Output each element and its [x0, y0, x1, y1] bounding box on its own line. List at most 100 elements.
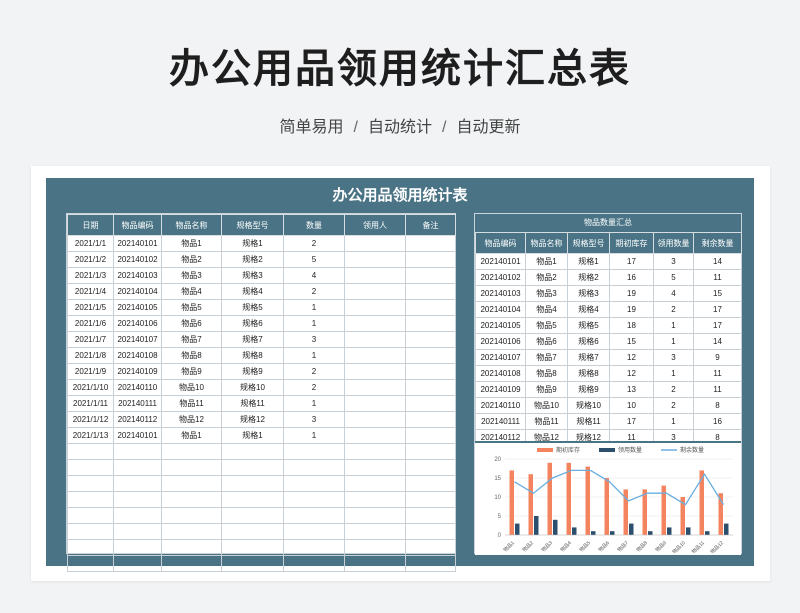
summary-cell[interactable]: 17 — [609, 413, 654, 430]
usage-cell[interactable]: 2021/1/2 — [67, 251, 114, 268]
usage-cell[interactable]: 2021/1/8 — [67, 347, 114, 364]
usage-cell[interactable] — [113, 475, 162, 492]
usage-cell[interactable] — [67, 555, 114, 572]
summary-cell[interactable]: 202140105 — [475, 317, 526, 334]
usage-cell[interactable] — [161, 443, 222, 460]
usage-cell[interactable]: 202140112 — [113, 411, 162, 428]
usage-cell[interactable] — [344, 299, 406, 316]
summary-cell[interactable]: 17 — [693, 317, 742, 334]
summary-cell[interactable]: 11 — [693, 365, 742, 382]
usage-cell[interactable]: 202140102 — [113, 251, 162, 268]
usage-cell[interactable] — [344, 235, 406, 252]
summary-cell[interactable]: 物品5 — [525, 317, 568, 334]
summary-cell[interactable]: 18 — [609, 317, 654, 334]
summary-cell[interactable]: 202140111 — [475, 413, 526, 430]
usage-cell[interactable]: 2 — [283, 283, 345, 300]
usage-cell[interactable]: 物品5 — [161, 299, 222, 316]
usage-cell[interactable]: 物品4 — [161, 283, 222, 300]
usage-cell[interactable]: 规格1 — [221, 235, 284, 252]
usage-cell[interactable]: 2021/1/1 — [67, 235, 114, 252]
usage-cell[interactable]: 2021/1/5 — [67, 299, 114, 316]
usage-cell[interactable]: 202140101 — [113, 427, 162, 444]
summary-cell[interactable]: 物品3 — [525, 285, 568, 302]
usage-cell[interactable]: 物品6 — [161, 315, 222, 332]
usage-cell[interactable]: 202140104 — [113, 283, 162, 300]
usage-cell[interactable] — [405, 315, 456, 332]
usage-cell[interactable] — [161, 523, 222, 540]
summary-cell[interactable]: 规格11 — [567, 413, 610, 430]
usage-cell[interactable]: 规格11 — [221, 395, 284, 412]
usage-cell[interactable] — [344, 491, 406, 508]
usage-cell[interactable] — [67, 491, 114, 508]
usage-cell[interactable] — [221, 555, 284, 572]
summary-cell[interactable]: 14 — [693, 333, 742, 350]
usage-cell[interactable] — [344, 475, 406, 492]
usage-cell[interactable] — [67, 539, 114, 556]
usage-cell[interactable]: 3 — [283, 411, 345, 428]
usage-cell[interactable]: 物品11 — [161, 395, 222, 412]
summary-cell[interactable]: 物品9 — [525, 381, 568, 398]
summary-cell[interactable]: 4 — [653, 285, 694, 302]
usage-cell[interactable] — [344, 251, 406, 268]
usage-cell[interactable] — [344, 347, 406, 364]
summary-cell[interactable]: 8 — [693, 397, 742, 414]
usage-cell[interactable] — [113, 539, 162, 556]
usage-cell[interactable]: 物品9 — [161, 363, 222, 380]
usage-cell[interactable]: 1 — [283, 299, 345, 316]
summary-cell[interactable]: 16 — [609, 269, 654, 286]
usage-cell[interactable] — [344, 363, 406, 380]
summary-cell[interactable]: 12 — [609, 349, 654, 366]
usage-cell[interactable]: 物品1 — [161, 427, 222, 444]
usage-cell[interactable]: 1 — [283, 315, 345, 332]
usage-cell[interactable] — [283, 475, 345, 492]
usage-cell[interactable] — [283, 507, 345, 524]
usage-cell[interactable]: 202140110 — [113, 379, 162, 396]
usage-cell[interactable]: 2021/1/10 — [67, 379, 114, 396]
usage-cell[interactable]: 2021/1/4 — [67, 283, 114, 300]
summary-cell[interactable]: 物品10 — [525, 397, 568, 414]
summary-cell[interactable]: 15 — [693, 285, 742, 302]
usage-cell[interactable] — [344, 267, 406, 284]
summary-cell[interactable]: 规格2 — [567, 269, 610, 286]
summary-cell[interactable]: 物品6 — [525, 333, 568, 350]
usage-cell[interactable] — [221, 507, 284, 524]
usage-cell[interactable] — [344, 523, 406, 540]
usage-cell[interactable] — [344, 379, 406, 396]
usage-cell[interactable] — [161, 555, 222, 572]
usage-cell[interactable] — [161, 507, 222, 524]
usage-cell[interactable] — [113, 491, 162, 508]
summary-cell[interactable]: 规格4 — [567, 301, 610, 318]
summary-cell[interactable]: 16 — [693, 413, 742, 430]
usage-cell[interactable] — [113, 507, 162, 524]
usage-cell[interactable] — [221, 491, 284, 508]
usage-cell[interactable] — [113, 523, 162, 540]
usage-cell[interactable] — [405, 331, 456, 348]
summary-cell[interactable]: 规格3 — [567, 285, 610, 302]
usage-cell[interactable] — [283, 443, 345, 460]
summary-cell[interactable]: 1 — [653, 365, 694, 382]
summary-cell[interactable]: 202140106 — [475, 333, 526, 350]
usage-cell[interactable] — [405, 379, 456, 396]
usage-cell[interactable] — [405, 475, 456, 492]
usage-cell[interactable] — [161, 475, 222, 492]
usage-cell[interactable] — [405, 363, 456, 380]
usage-cell[interactable]: 规格9 — [221, 363, 284, 380]
summary-cell[interactable]: 13 — [609, 381, 654, 398]
usage-cell[interactable] — [344, 443, 406, 460]
summary-cell[interactable]: 规格9 — [567, 381, 610, 398]
summary-cell[interactable]: 2 — [653, 397, 694, 414]
summary-cell[interactable]: 202140110 — [475, 397, 526, 414]
usage-cell[interactable]: 202140105 — [113, 299, 162, 316]
usage-cell[interactable]: 1 — [283, 427, 345, 444]
usage-cell[interactable] — [344, 459, 406, 476]
usage-cell[interactable] — [344, 411, 406, 428]
summary-cell[interactable]: 19 — [609, 301, 654, 318]
summary-cell[interactable]: 规格1 — [567, 253, 610, 270]
usage-cell[interactable]: 3 — [283, 331, 345, 348]
usage-cell[interactable]: 1 — [283, 395, 345, 412]
usage-cell[interactable]: 2 — [283, 379, 345, 396]
summary-cell[interactable]: 10 — [609, 397, 654, 414]
summary-cell[interactable]: 5 — [653, 269, 694, 286]
usage-cell[interactable] — [405, 283, 456, 300]
usage-cell[interactable] — [283, 523, 345, 540]
